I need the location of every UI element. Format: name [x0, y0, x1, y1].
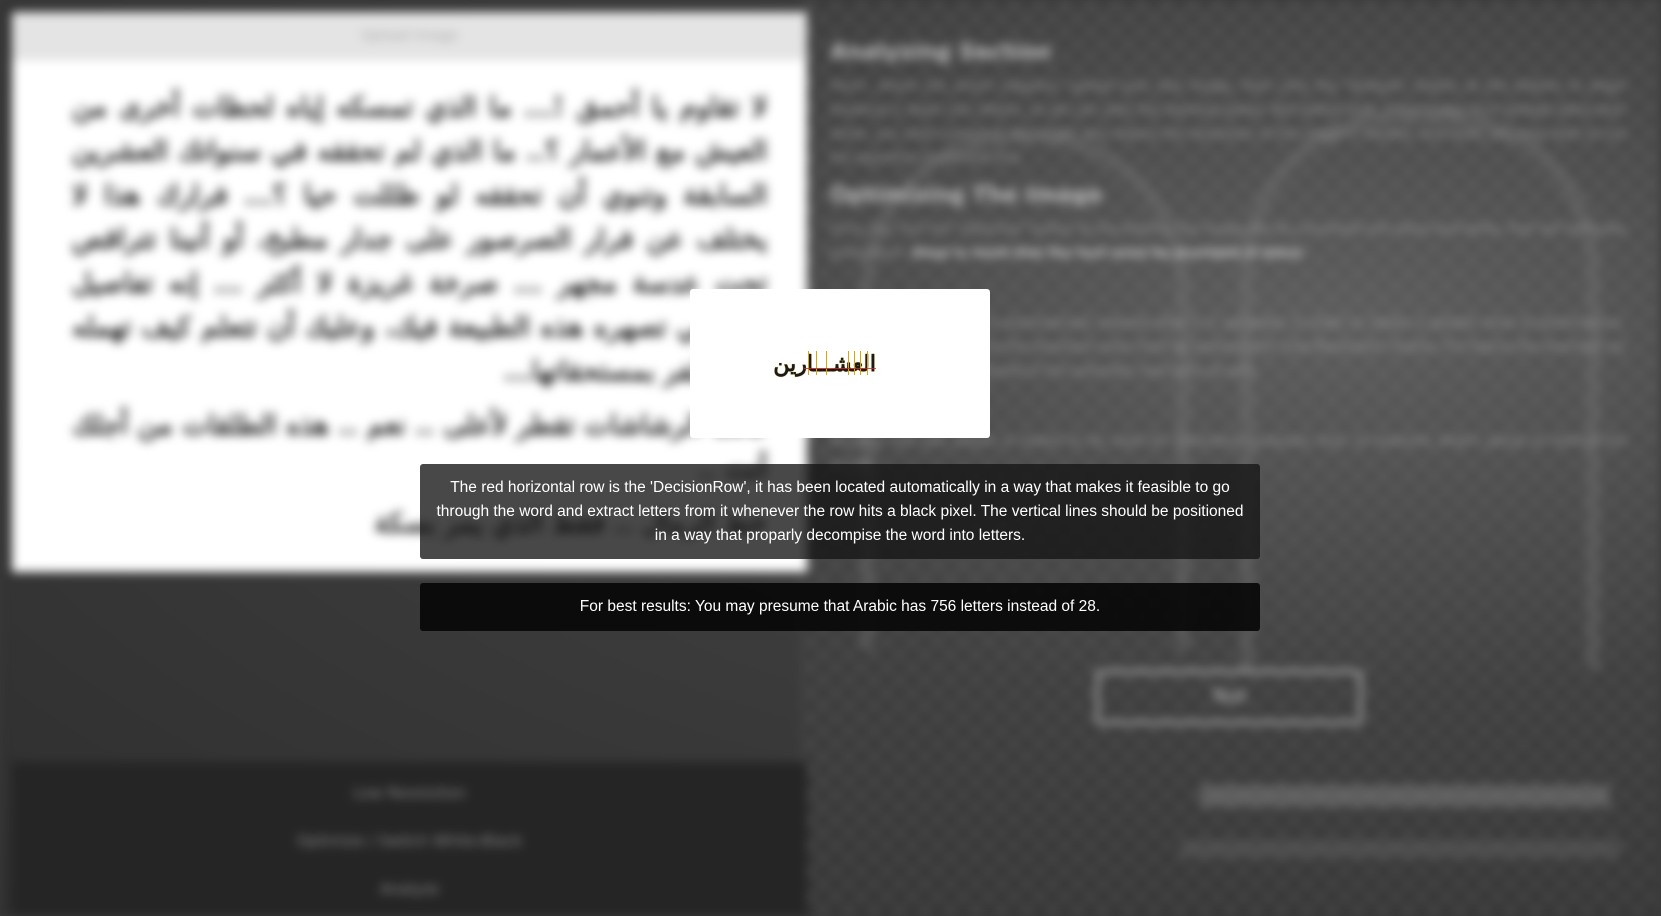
background-layer: Upload Image لا تقاوم يا أحمق !... ما ال… [0, 0, 1661, 916]
decision-row-line [804, 367, 876, 369]
low-resolution-button[interactable]: Low Resolution [12, 784, 807, 802]
analyzing-section-title: Analyzing Section [830, 40, 1052, 65]
bottom-menu: Low Resolution Optimize / Switch White-B… [12, 762, 807, 916]
optimize-button[interactable]: Optimize / Switch White-Black [12, 832, 807, 850]
explanation-tooltip: The red horizontal row is the 'DecisionR… [420, 464, 1260, 559]
optimizing-section-title: Optimizing The Image [830, 183, 1103, 208]
upload-image-header[interactable]: Upload Image [12, 12, 807, 60]
word-preview-card: العشـــارين [690, 289, 990, 438]
letter-split-line[interactable] [854, 350, 855, 375]
background-bar [1180, 840, 1620, 858]
letter-split-line[interactable] [848, 350, 849, 375]
letter-split-line[interactable] [816, 350, 817, 375]
optimizing-section-body: Once you click the "Optimize" button at … [830, 218, 1626, 266]
background-bar [1200, 785, 1610, 807]
analyze-button[interactable]: Analyze [12, 880, 807, 898]
tip-tooltip: For best results: You may presume that A… [420, 583, 1260, 631]
letter-split-line[interactable] [808, 350, 809, 375]
word-image: العشـــارين [773, 349, 876, 379]
test-button[interactable]: Test [1096, 670, 1362, 724]
letter-split-line[interactable] [826, 350, 827, 375]
analyzing-section-body: Here!, where the action happens: upload … [830, 79, 1626, 166]
optimizing-warning: Keep in mind that the text must be provi… [912, 246, 1307, 261]
letter-split-line[interactable] [860, 350, 861, 375]
letter-split-line[interactable] [867, 350, 868, 375]
arabic-paragraph: لا تقاوم يا أحمق !... ما الذي تمسكه إياه… [72, 92, 767, 387]
